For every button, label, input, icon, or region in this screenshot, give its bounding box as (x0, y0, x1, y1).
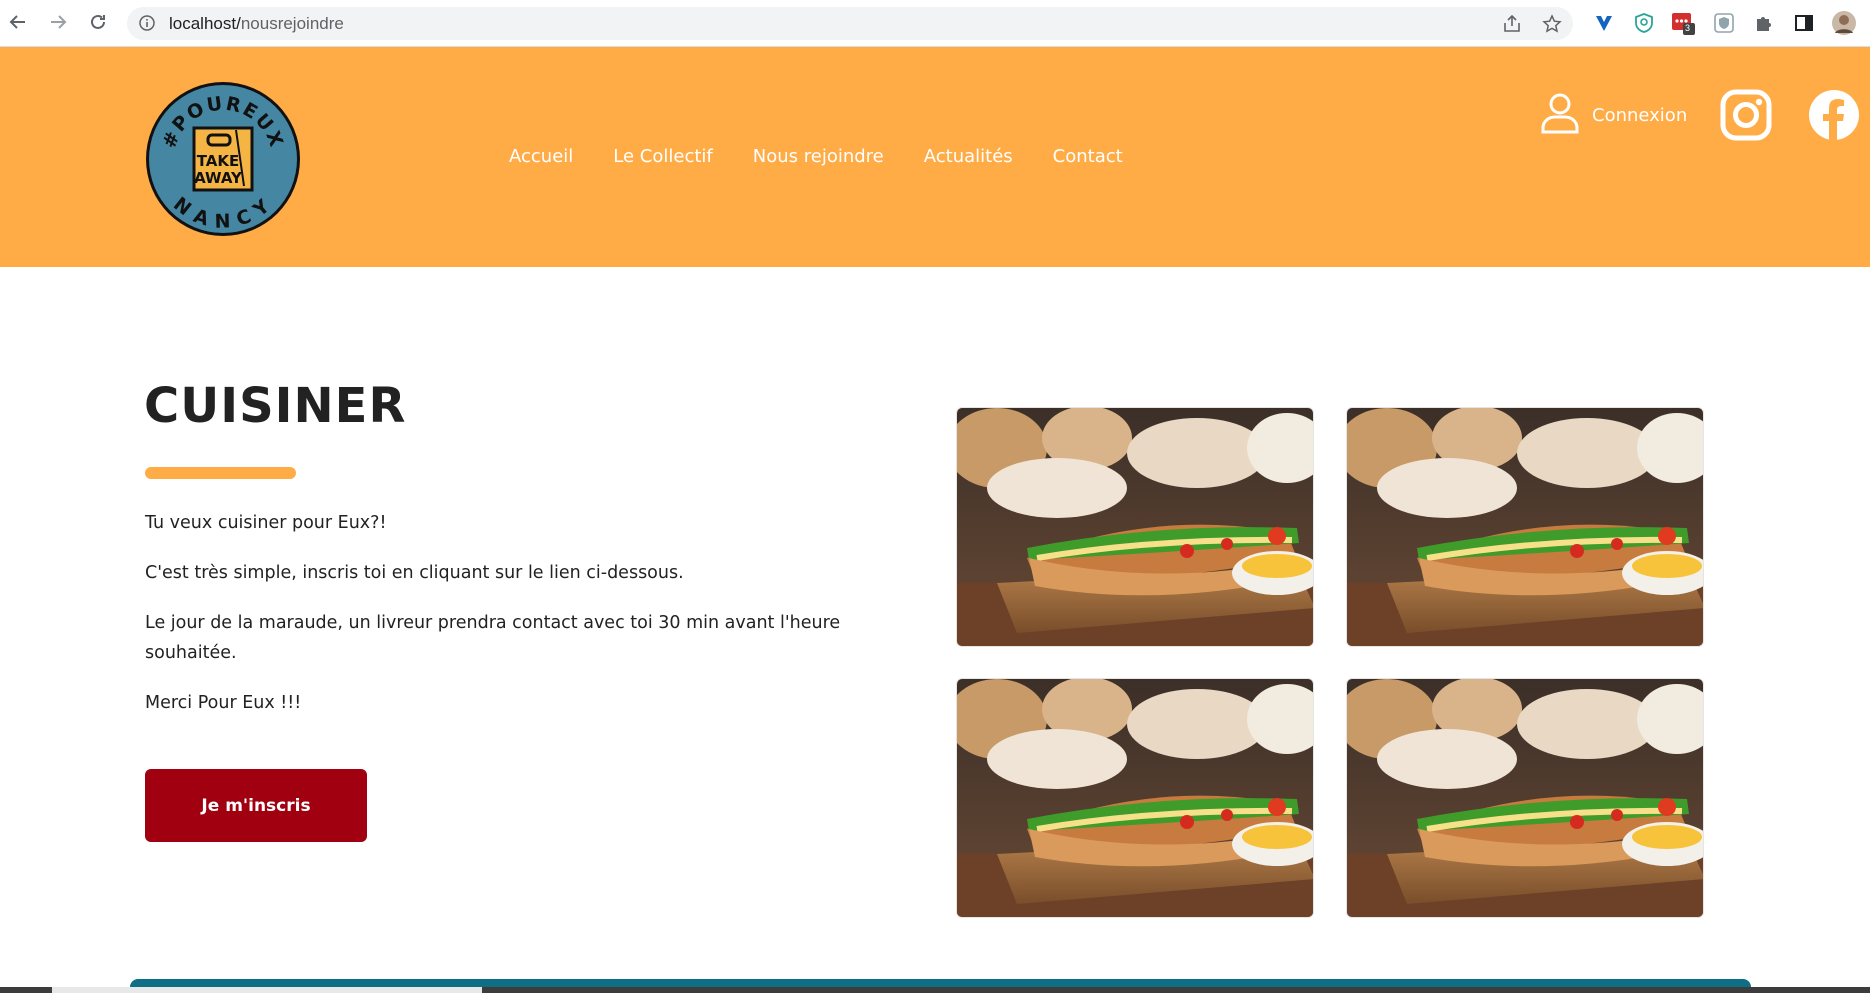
title-underline (145, 467, 296, 479)
profile-avatar[interactable] (1832, 11, 1856, 35)
back-icon[interactable] (6, 10, 30, 34)
forward-icon[interactable] (46, 10, 70, 34)
sandwich-photo (1346, 407, 1704, 647)
nav-nous-rejoindre[interactable]: Nous rejoindre (753, 146, 884, 167)
extension-v-icon[interactable] (1592, 11, 1616, 35)
url-host: localhost/ (169, 14, 241, 33)
browser-toolbar: localhost/nousrejoindre 3 (0, 0, 1870, 47)
extension-shield-icon[interactable] (1632, 11, 1656, 35)
logo-bag-line2: AWAY (194, 169, 243, 187)
instructions-text: C'est très simple, inscris toi en cliqua… (145, 563, 684, 583)
site-header: #POUREUX NANCY TAKE AWAY Accueil Le Coll… (0, 47, 1870, 267)
share-icon[interactable] (1502, 14, 1522, 34)
nav-contact[interactable]: Contact (1053, 146, 1123, 167)
url-path: nousrejoindre (240, 14, 344, 33)
thanks-text: Merci Pour Eux !!! (145, 693, 302, 713)
user-icon (1540, 92, 1580, 138)
login-label: Connexion (1592, 104, 1688, 126)
instagram-icon[interactable] (1720, 89, 1772, 141)
nav-actualites[interactable]: Actualités (924, 146, 1013, 167)
extension-badge-icon[interactable]: 3 (1671, 11, 1695, 35)
main-nav: Accueil Le Collectif Nous rejoindre Actu… (509, 146, 1163, 167)
sidepanel-icon[interactable] (1792, 11, 1816, 35)
login-link[interactable]: Connexion (1540, 92, 1687, 138)
extension-badge-count: 3 (1685, 23, 1691, 33)
sandwich-photo (956, 407, 1314, 647)
address-bar[interactable]: localhost/nousrejoindre (127, 7, 1573, 40)
url-text[interactable]: localhost/nousrejoindre (169, 14, 344, 34)
page-title: CUISINER (144, 378, 407, 434)
facebook-icon[interactable] (1808, 89, 1860, 141)
signup-button[interactable]: Je m'inscris (145, 769, 367, 842)
nav-accueil[interactable]: Accueil (509, 146, 573, 167)
intro-text: Tu veux cuisiner pour Eux?! (145, 513, 387, 533)
puzzle-icon[interactable] (1752, 11, 1776, 35)
reload-icon[interactable] (86, 10, 110, 34)
nav-le-collectif[interactable]: Le Collectif (613, 146, 712, 167)
logo-bag-line1: TAKE (197, 152, 240, 170)
taskbar-segment (52, 987, 482, 993)
site-logo[interactable]: #POUREUX NANCY TAKE AWAY (144, 80, 302, 238)
delivery-text: Le jour de la maraude, un livreur prendr… (145, 613, 841, 663)
sandwich-photo (1346, 678, 1704, 918)
extension-lock-icon[interactable] (1712, 11, 1736, 35)
info-icon[interactable] (139, 15, 155, 31)
star-icon[interactable] (1542, 14, 1562, 34)
sandwich-photo (956, 678, 1314, 918)
